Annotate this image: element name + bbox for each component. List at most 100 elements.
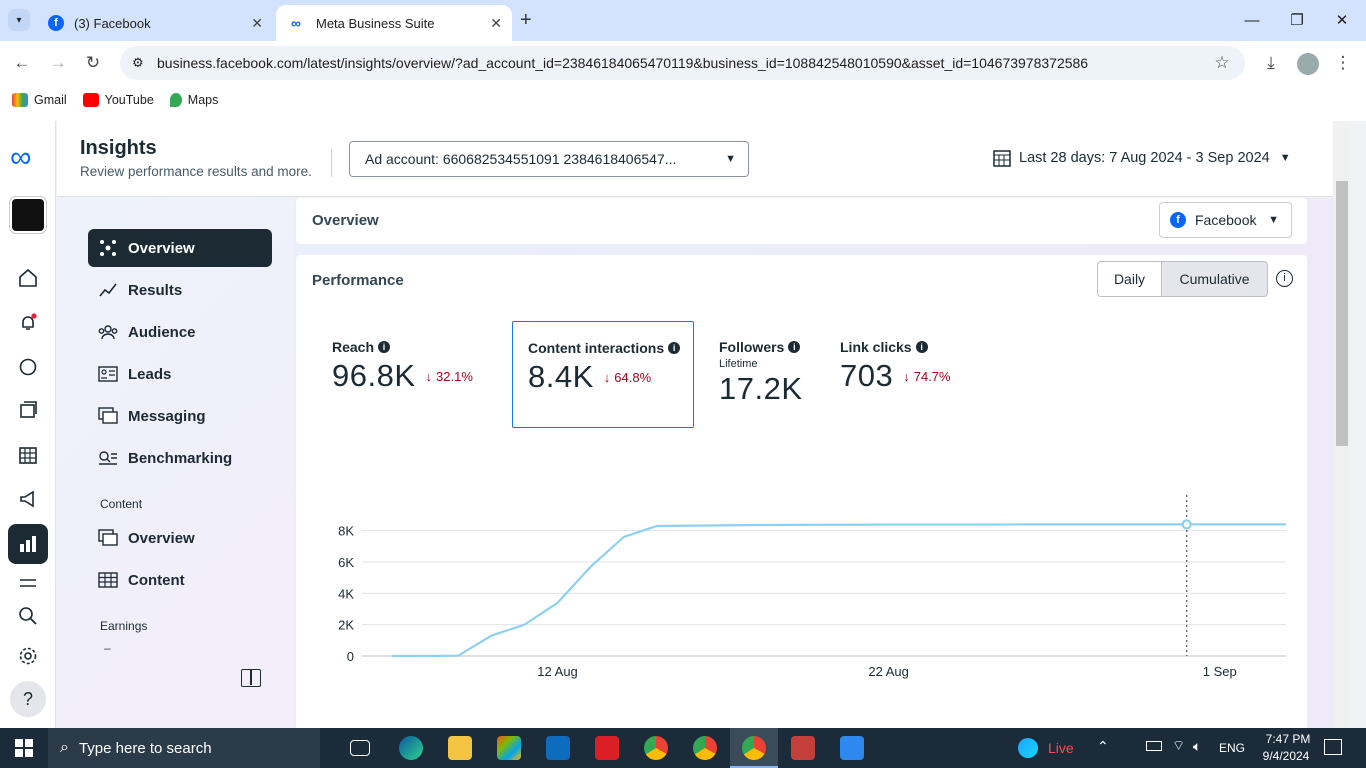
back-icon[interactable]: ← [9,50,35,76]
browser-tab-facebook[interactable]: f (3) Facebook ✕ [38,5,273,41]
info-icon[interactable]: i [915,341,928,353]
delta-down-icon: ↓ [903,368,910,384]
info-icon[interactable]: i [668,342,681,354]
bookmark-maps[interactable]: Maps [169,93,218,107]
creative-cloud-icon[interactable] [595,736,619,760]
sidenav-label: Messaging [128,407,206,425]
content-interactions-chart[interactable]: 0 2K 4K 6K 8K 12 Aug 22 Aug 1 Sep [296,475,1307,728]
store-icon[interactable] [497,736,521,760]
overview-icon [98,239,118,257]
performance-info-icon[interactable]: i [1276,270,1293,287]
ads-megaphone-icon[interactable] [14,485,42,513]
chrome-active-taskbar[interactable] [730,728,778,768]
new-tab-button[interactable]: + [520,9,532,32]
clock-time[interactable]: 7:47 PM [1260,732,1316,746]
windows-taskbar: ⌕ Type here to search Live ⌃ ⌔ 🔈︎ ENG 7:… [0,728,1366,768]
cumulative-toggle[interactable]: Cumulative [1161,261,1268,297]
all-tools-menu-icon[interactable] [14,569,42,597]
live-news-label[interactable]: Live [1048,740,1074,756]
bookmark-star-icon[interactable]: ☆ [1209,50,1235,76]
mail-icon[interactable] [546,736,570,760]
meta-logo-icon[interactable]: ∞ [10,143,31,173]
chevron-down-icon: ▼ [1268,214,1279,226]
restore-icon[interactable]: ❐ [1283,8,1311,32]
browser-tab-meta-business-suite[interactable]: ∞ Meta Business Suite ✕ [276,5,512,41]
home-icon[interactable] [14,264,42,292]
close-tab-icon[interactable]: ✕ [490,15,502,32]
metric-link-clicks[interactable]: Link clicks i 703 ↓ 74.7% [840,339,951,394]
insights-sidenav: Overview Results Audience Leads Messagin… [57,198,295,728]
info-icon[interactable]: i [788,341,801,353]
bookmarks-bar: Gmail YouTube Maps [0,85,1366,115]
site-info-icon[interactable]: ⚙ [132,55,144,71]
battery-icon[interactable] [1146,741,1162,751]
close-tab-icon[interactable]: ✕ [251,15,263,32]
windows-start-icon[interactable] [15,739,33,757]
clock-date[interactable]: 9/4/2024 [1255,749,1317,763]
sidenav-item-audience[interactable]: Audience [88,313,272,351]
sidenav-item-content[interactable]: Content [88,561,272,599]
weather-live-icon[interactable] [1018,738,1038,758]
y-tick-label: 8K [338,524,354,539]
sidenav-item-leads[interactable]: Leads [88,355,272,393]
account-avatar[interactable] [10,197,46,233]
bookmark-label: YouTube [104,93,154,107]
planner-icon[interactable] [14,441,42,469]
download-icon[interactable]: ⤓ [1258,50,1284,76]
settings-gear-icon[interactable] [14,642,42,670]
ad-account-label: Ad account: 660682534551091 238461840654… [365,151,677,167]
daily-toggle[interactable]: Daily [1097,261,1162,297]
wifi-icon[interactable]: ⌔ [1172,737,1185,755]
platform-dropdown[interactable]: f Facebook ▼ [1159,202,1292,238]
sidenav-item-results[interactable]: Results [88,271,272,309]
date-range-picker[interactable]: Last 28 days: 7 Aug 2024 - 3 Sep 2024 ▼ [993,149,1291,167]
bookmark-gmail[interactable]: Gmail [12,93,67,107]
left-rail: ∞ ? [0,121,56,728]
messaging-icon [98,407,118,425]
insights-rail-button[interactable] [8,524,48,564]
metric-value: 703 [840,358,894,393]
reload-icon[interactable]: ↻ [80,50,106,76]
sidenav-item-messaging[interactable]: Messaging [88,397,272,435]
file-explorer-icon[interactable] [448,736,472,760]
chrome-profile-a-icon[interactable] [644,736,668,760]
bookmark-label: Gmail [34,93,67,107]
metric-reach[interactable]: Reach i 96.8K ↓ 32.1% [332,339,473,394]
profile-avatar[interactable] [1297,53,1319,75]
facebook-favicon-icon: f [48,15,64,31]
chrome-profile-b-icon[interactable] [693,736,717,760]
y-tick-label: 4K [338,586,354,601]
content-icon[interactable] [14,396,42,424]
taskbar-search-box[interactable]: ⌕ Type here to search [48,728,320,768]
info-icon[interactable]: i [378,341,391,353]
browser-menu-icon[interactable]: ⋮ [1330,50,1356,76]
scrollbar-thumb[interactable] [1336,181,1348,446]
ad-account-dropdown[interactable]: Ad account: 660682534551091 238461840654… [349,141,749,177]
search-icon[interactable] [14,602,42,630]
inbox-icon[interactable] [14,353,42,381]
tab-title: (3) Facebook [74,15,151,31]
metric-content-interactions[interactable]: Content interactions i 8.4K ↓ 64.8% [512,321,694,428]
task-view-icon[interactable] [350,740,370,756]
sidenav-item-overview[interactable]: Overview [88,229,272,267]
bookmark-youtube[interactable]: YouTube [82,93,154,107]
close-window-icon[interactable]: ✕ [1328,8,1356,32]
minimize-icon[interactable]: — [1238,8,1266,32]
photos-icon[interactable] [840,736,864,760]
collapse-sidenav-icon[interactable] [241,669,261,687]
tab-search-button[interactable]: ▾ [8,9,30,31]
volume-icon[interactable]: 🔈︎ [1193,738,1201,755]
sidenav-item-content-overview[interactable]: Overview [88,519,272,557]
metric-followers[interactable]: Followers i Lifetime 17.2K [719,339,803,407]
edge-icon[interactable] [399,736,423,760]
sidenav-item-benchmarking[interactable]: Benchmarking [88,439,272,477]
forward-icon[interactable]: → [45,50,71,76]
sidenav-label: Audience [128,323,196,341]
address-bar[interactable]: ⚙ business.facebook.com/latest/insights/… [120,46,1245,80]
snipping-tool-icon[interactable] [791,736,815,760]
notification-center-icon[interactable] [1324,739,1342,755]
help-icon[interactable]: ? [10,681,46,717]
language-indicator[interactable]: ENG [1219,741,1245,755]
notifications-icon[interactable] [14,309,42,337]
system-tray-chevron-icon[interactable]: ⌃ [1097,738,1109,755]
